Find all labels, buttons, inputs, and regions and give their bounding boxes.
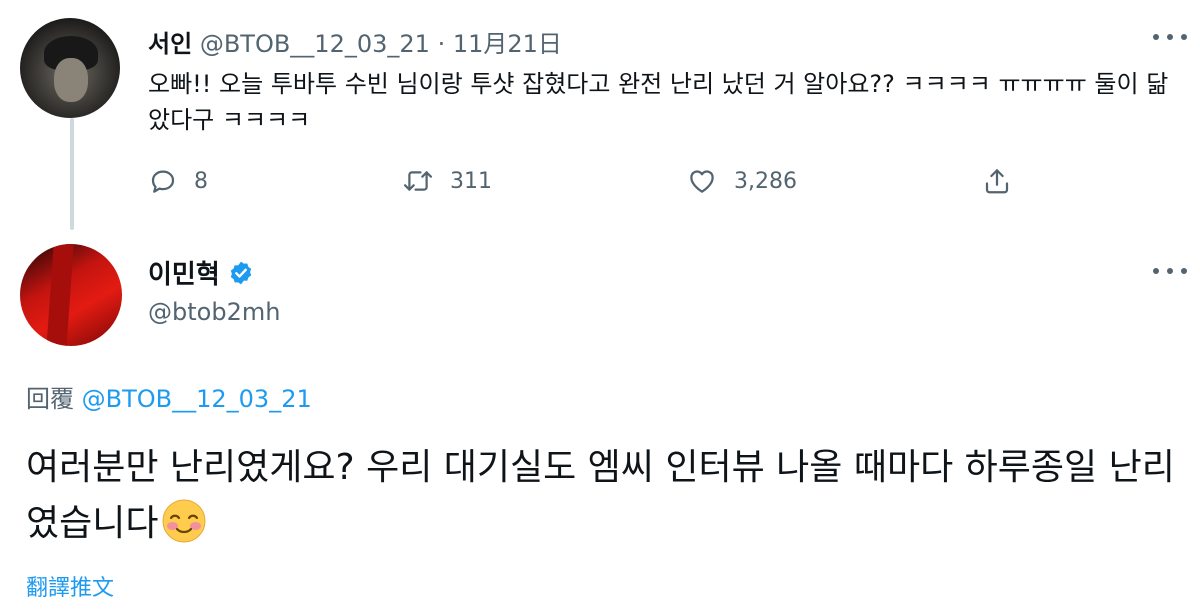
replying-to-label: 回覆 <box>26 385 74 413</box>
parent-display-name[interactable]: 서인 <box>148 30 192 58</box>
parent-tweet-header: 서인 @BTOB__12_03_21 · 11月21日 <box>148 24 562 59</box>
share-button[interactable] <box>982 166 1012 196</box>
like-count: 3,286 <box>734 168 797 194</box>
reply-icon <box>151 170 175 193</box>
more-icon[interactable] <box>1150 27 1190 47</box>
parent-tweet-text: 오빠!! 오늘 투바투 수빈 님이랑 투샷 잡혔다고 완전 난리 났던 거 알아… <box>148 70 1169 134</box>
header-separator: · <box>437 30 446 58</box>
reply-handle[interactable]: @btob2mh <box>148 298 280 326</box>
parent-tweet-avatar[interactable] <box>20 18 120 118</box>
reply-display-name-row: 이민혁 <box>148 254 254 291</box>
retweet-count: 311 <box>450 168 492 194</box>
retweet-button[interactable]: 311 <box>402 166 492 196</box>
verified-icon <box>230 261 251 284</box>
parent-handle[interactable]: @BTOB__12_03_21 <box>200 30 430 58</box>
retweet-icon <box>403 171 433 191</box>
replying-to-line: 回覆 @BTOB__12_03_21 <box>26 379 312 414</box>
parent-tweet-date[interactable]: 11月21日 <box>453 30 562 58</box>
reply-count: 8 <box>194 168 208 194</box>
reply-display-name[interactable]: 이민혁 <box>148 254 220 291</box>
replying-to-handle-link[interactable]: @BTOB__12_03_21 <box>82 385 312 413</box>
parent-tweet-actions: 8 311 3,286 <box>148 166 1028 202</box>
like-icon <box>690 170 714 193</box>
reply-tweet-avatar[interactable] <box>20 244 122 346</box>
reply-button[interactable]: 8 <box>148 166 208 196</box>
share-icon <box>985 169 1009 194</box>
more-icon[interactable] <box>1150 261 1190 281</box>
smiling-face-emoji <box>162 499 206 543</box>
translate-tweet-link[interactable]: 翻譯推文 <box>26 570 114 602</box>
like-button[interactable]: 3,286 <box>686 166 797 196</box>
thread-connector-line <box>70 118 74 230</box>
reply-tweet-text-block: 여러분만 난리였게요? 우리 대기실도 엠씨 인터뷰 나올 때마다 하루종일 난… <box>26 440 1186 552</box>
